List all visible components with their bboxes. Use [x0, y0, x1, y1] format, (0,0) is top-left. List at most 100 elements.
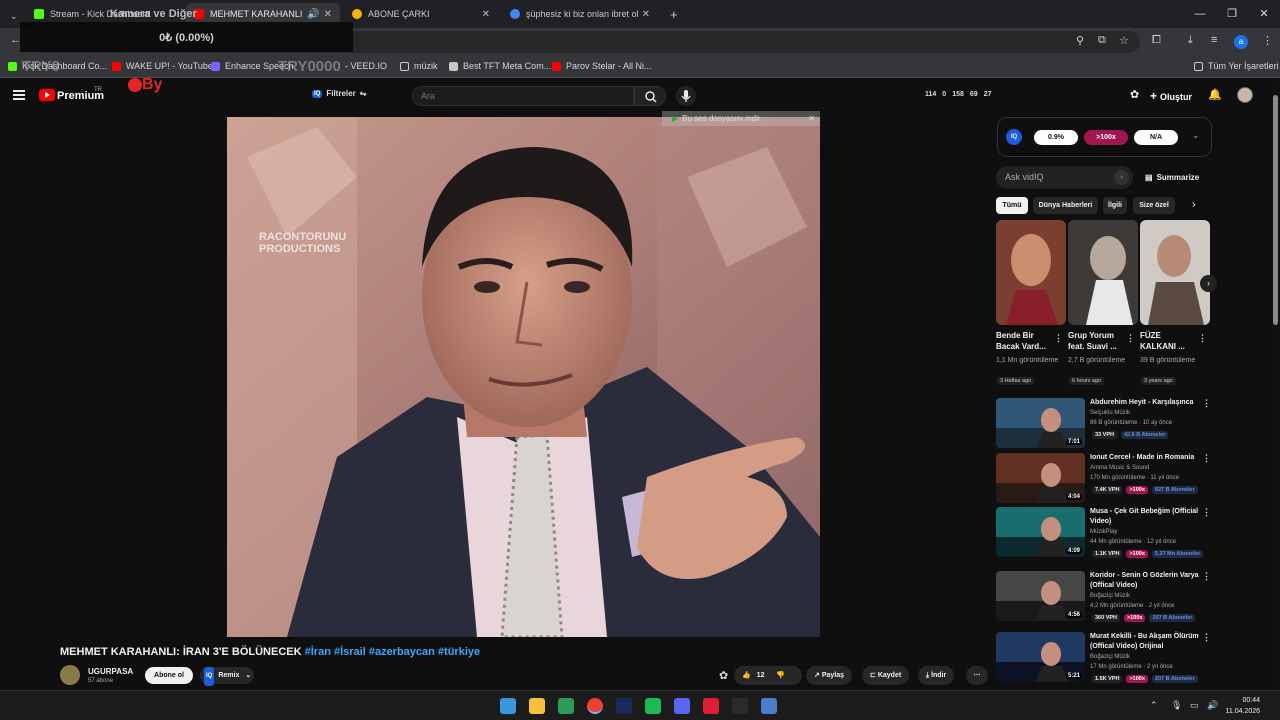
bookmark-item[interactable]: Parov Stelar - All Ni... [552, 61, 652, 71]
volume-icon[interactable]: 🔊 [1207, 700, 1218, 711]
recommendation-thumbnail[interactable]: 7:01 [996, 398, 1085, 448]
chip-world-news[interactable]: Dünya Haberleri [1033, 197, 1098, 214]
start-icon[interactable] [500, 698, 516, 714]
store-icon[interactable] [558, 698, 574, 714]
recommendation-more-icon[interactable]: ⋮ [1202, 632, 1211, 643]
short-title[interactable]: Grup Yorum feat. Suavi ... [1068, 330, 1124, 352]
extension-icon[interactable]: ✿ [1130, 88, 1139, 101]
youtube-logo-icon[interactable] [39, 89, 55, 101]
reading-list-icon[interactable]: ≡ [1211, 34, 1217, 46]
save-button[interactable]: ⊏ Kaydet [862, 666, 910, 685]
premiere-icon[interactable] [616, 698, 632, 714]
menu-kebab-icon[interactable]: ⋮ [1262, 34, 1273, 47]
system-clock[interactable]: 00:44 11.04.2026 [1225, 695, 1260, 717]
hamburger-menu-icon[interactable] [13, 90, 25, 100]
mic-tray-icon[interactable]: 🎙 [1171, 700, 1182, 711]
bookmark-item[interactable]: - VEED.IO [345, 61, 387, 71]
spotify-icon[interactable] [645, 698, 661, 714]
new-tab-button[interactable]: + [662, 3, 686, 25]
extension-icon[interactable]: ✿ [719, 669, 728, 682]
steam-icon[interactable] [732, 698, 748, 714]
recommendation-title[interactable]: Musa - Çek Git Bebeğim (Official Video) [1090, 507, 1200, 527]
short-more-icon[interactable]: ⋮ [1126, 333, 1135, 344]
recommendation-title[interactable]: Ionut Cercel - Made in Romania [1090, 453, 1200, 463]
short-title[interactable]: FÜZE KALKANI ... [1140, 330, 1196, 352]
mute-tab-icon[interactable]: 🔊 [307, 9, 319, 20]
download-audio-tooltip[interactable]: ▶ Bu ses dosyasını indir ✕ [662, 111, 820, 126]
chip-related[interactable]: İlgili [1103, 197, 1127, 214]
valorant-icon[interactable] [703, 698, 719, 714]
short-title[interactable]: Bende Bir Bacak Vard... [996, 330, 1052, 352]
minimize-icon[interactable]: — [1184, 0, 1216, 28]
ask-vidiq-input[interactable]: Ask vidIQ › [996, 166, 1133, 189]
recommendation-more-icon[interactable]: ⋮ [1202, 507, 1211, 518]
close-window-icon[interactable]: ✕ [1248, 0, 1280, 28]
maximize-icon[interactable]: ❐ [1216, 0, 1248, 28]
tab-google[interactable]: şüphesiz ki biz onlan ibret olsun ✕ [502, 3, 658, 25]
recommendation-channel[interactable]: Boğaziçi Müzik [1090, 654, 1130, 660]
create-button[interactable]: + Oluştur [1150, 89, 1192, 103]
recommendation-channel[interactable]: Amma Music & Sound [1090, 465, 1149, 471]
recommendation-more-icon[interactable]: ⋮ [1202, 453, 1211, 464]
zoom-icon[interactable]: ⚲ [1076, 34, 1084, 47]
chevron-down-icon[interactable]: ⌄ [1192, 130, 1200, 141]
short-thumbnail[interactable] [1140, 220, 1210, 325]
tab-abone[interactable]: ABONE ÇARKI ✕ [344, 3, 498, 25]
chips-next-icon[interactable]: › [1192, 199, 1196, 211]
short-thumbnail[interactable] [996, 220, 1066, 325]
file-explorer-icon[interactable] [529, 698, 545, 714]
tab-close-icon[interactable]: ✕ [642, 9, 650, 20]
snipping-tool-icon[interactable] [761, 698, 777, 714]
channel-avatar[interactable] [60, 665, 80, 685]
short-thumbnail[interactable] [1068, 220, 1138, 325]
video-hashtags[interactable]: #İran #İsrail #azerbaycan #türkiye [305, 646, 481, 658]
recommendation-channel[interactable]: MüzikPlay [1090, 529, 1117, 535]
dislike-icon[interactable]: 👎 [776, 672, 785, 679]
install-icon[interactable]: ⧉ [1098, 34, 1106, 47]
close-icon[interactable]: ✕ [808, 111, 815, 126]
network-icon[interactable]: ▭ [1190, 700, 1199, 711]
user-avatar[interactable] [1237, 87, 1253, 103]
share-button[interactable]: ↗ Paylaş [806, 666, 853, 685]
remix-button[interactable]: IQ Remix ⌄ [200, 667, 254, 686]
search-input[interactable] [412, 86, 634, 106]
bookmark-item[interactable]: Best TFT Meta Com... [449, 61, 551, 71]
bookmark-folder[interactable]: müzik [400, 61, 438, 71]
bookmark-star-icon[interactable]: ☆ [1119, 34, 1129, 47]
filters-button[interactable]: IQ Filtreler ⇋ [312, 89, 366, 98]
discord-icon[interactable] [674, 698, 690, 714]
shorts-next-icon[interactable]: › [1200, 275, 1217, 292]
recommendation-title[interactable]: Murat Kekilli - Bu Akşam Ölürüm (Offical… [1090, 632, 1200, 652]
all-bookmarks-folder[interactable]: Tüm Yer İşaretleri [1194, 61, 1279, 71]
recommendation-channel[interactable]: Boğaziçi Müzik [1090, 593, 1130, 599]
video-player[interactable]: RACONTORUNU PRODUCTIONS [227, 117, 820, 637]
like-icon[interactable]: 👍 [742, 672, 751, 679]
extensions-icon[interactable]: ⧠ [1152, 34, 1161, 47]
tab-list-button[interactable]: ⌄ [2, 5, 22, 27]
recommendation-thumbnail[interactable]: 4:04 [996, 453, 1085, 503]
profile-avatar[interactable]: a [1234, 35, 1248, 49]
notifications-bell-icon[interactable]: 🔔 [1208, 88, 1222, 101]
tab-close-icon[interactable]: ✕ [324, 9, 332, 20]
send-icon[interactable]: › [1114, 170, 1129, 185]
recommendation-more-icon[interactable]: ⋮ [1202, 398, 1211, 409]
download-button[interactable]: ⤓ İndir [918, 666, 955, 685]
recommendation-more-icon[interactable]: ⋮ [1202, 571, 1211, 582]
subscribe-button[interactable]: Abone ol [145, 667, 193, 684]
bookmark-item[interactable]: WAKE UP! - YouTube [112, 61, 213, 71]
recommendation-channel[interactable]: Selçuklu Müzik [1090, 410, 1130, 416]
tray-chevron-icon[interactable]: ⌃ [1150, 700, 1158, 711]
chip-all[interactable]: Tümü [996, 197, 1028, 214]
recommendation-thumbnail[interactable]: 5:21 [996, 632, 1085, 682]
recommendation-title[interactable]: Koridor - Senin O Gözlerin Varya (Offica… [1090, 571, 1200, 591]
download-icon[interactable]: ⤓ [1188, 34, 1193, 47]
scrollbar-thumb[interactable] [1273, 95, 1278, 325]
short-more-icon[interactable]: ⋮ [1054, 333, 1063, 344]
channel-name[interactable]: UGURPASA [88, 667, 133, 676]
chrome-icon[interactable] [587, 698, 603, 714]
more-actions-button[interactable]: ⋯ [966, 666, 988, 685]
tab-close-icon[interactable]: ✕ [482, 9, 490, 20]
recommendation-title[interactable]: Abdurehim Heyit - Karşılaşınca [1090, 398, 1200, 408]
voice-search-button[interactable] [676, 86, 696, 106]
search-button[interactable] [634, 86, 666, 106]
